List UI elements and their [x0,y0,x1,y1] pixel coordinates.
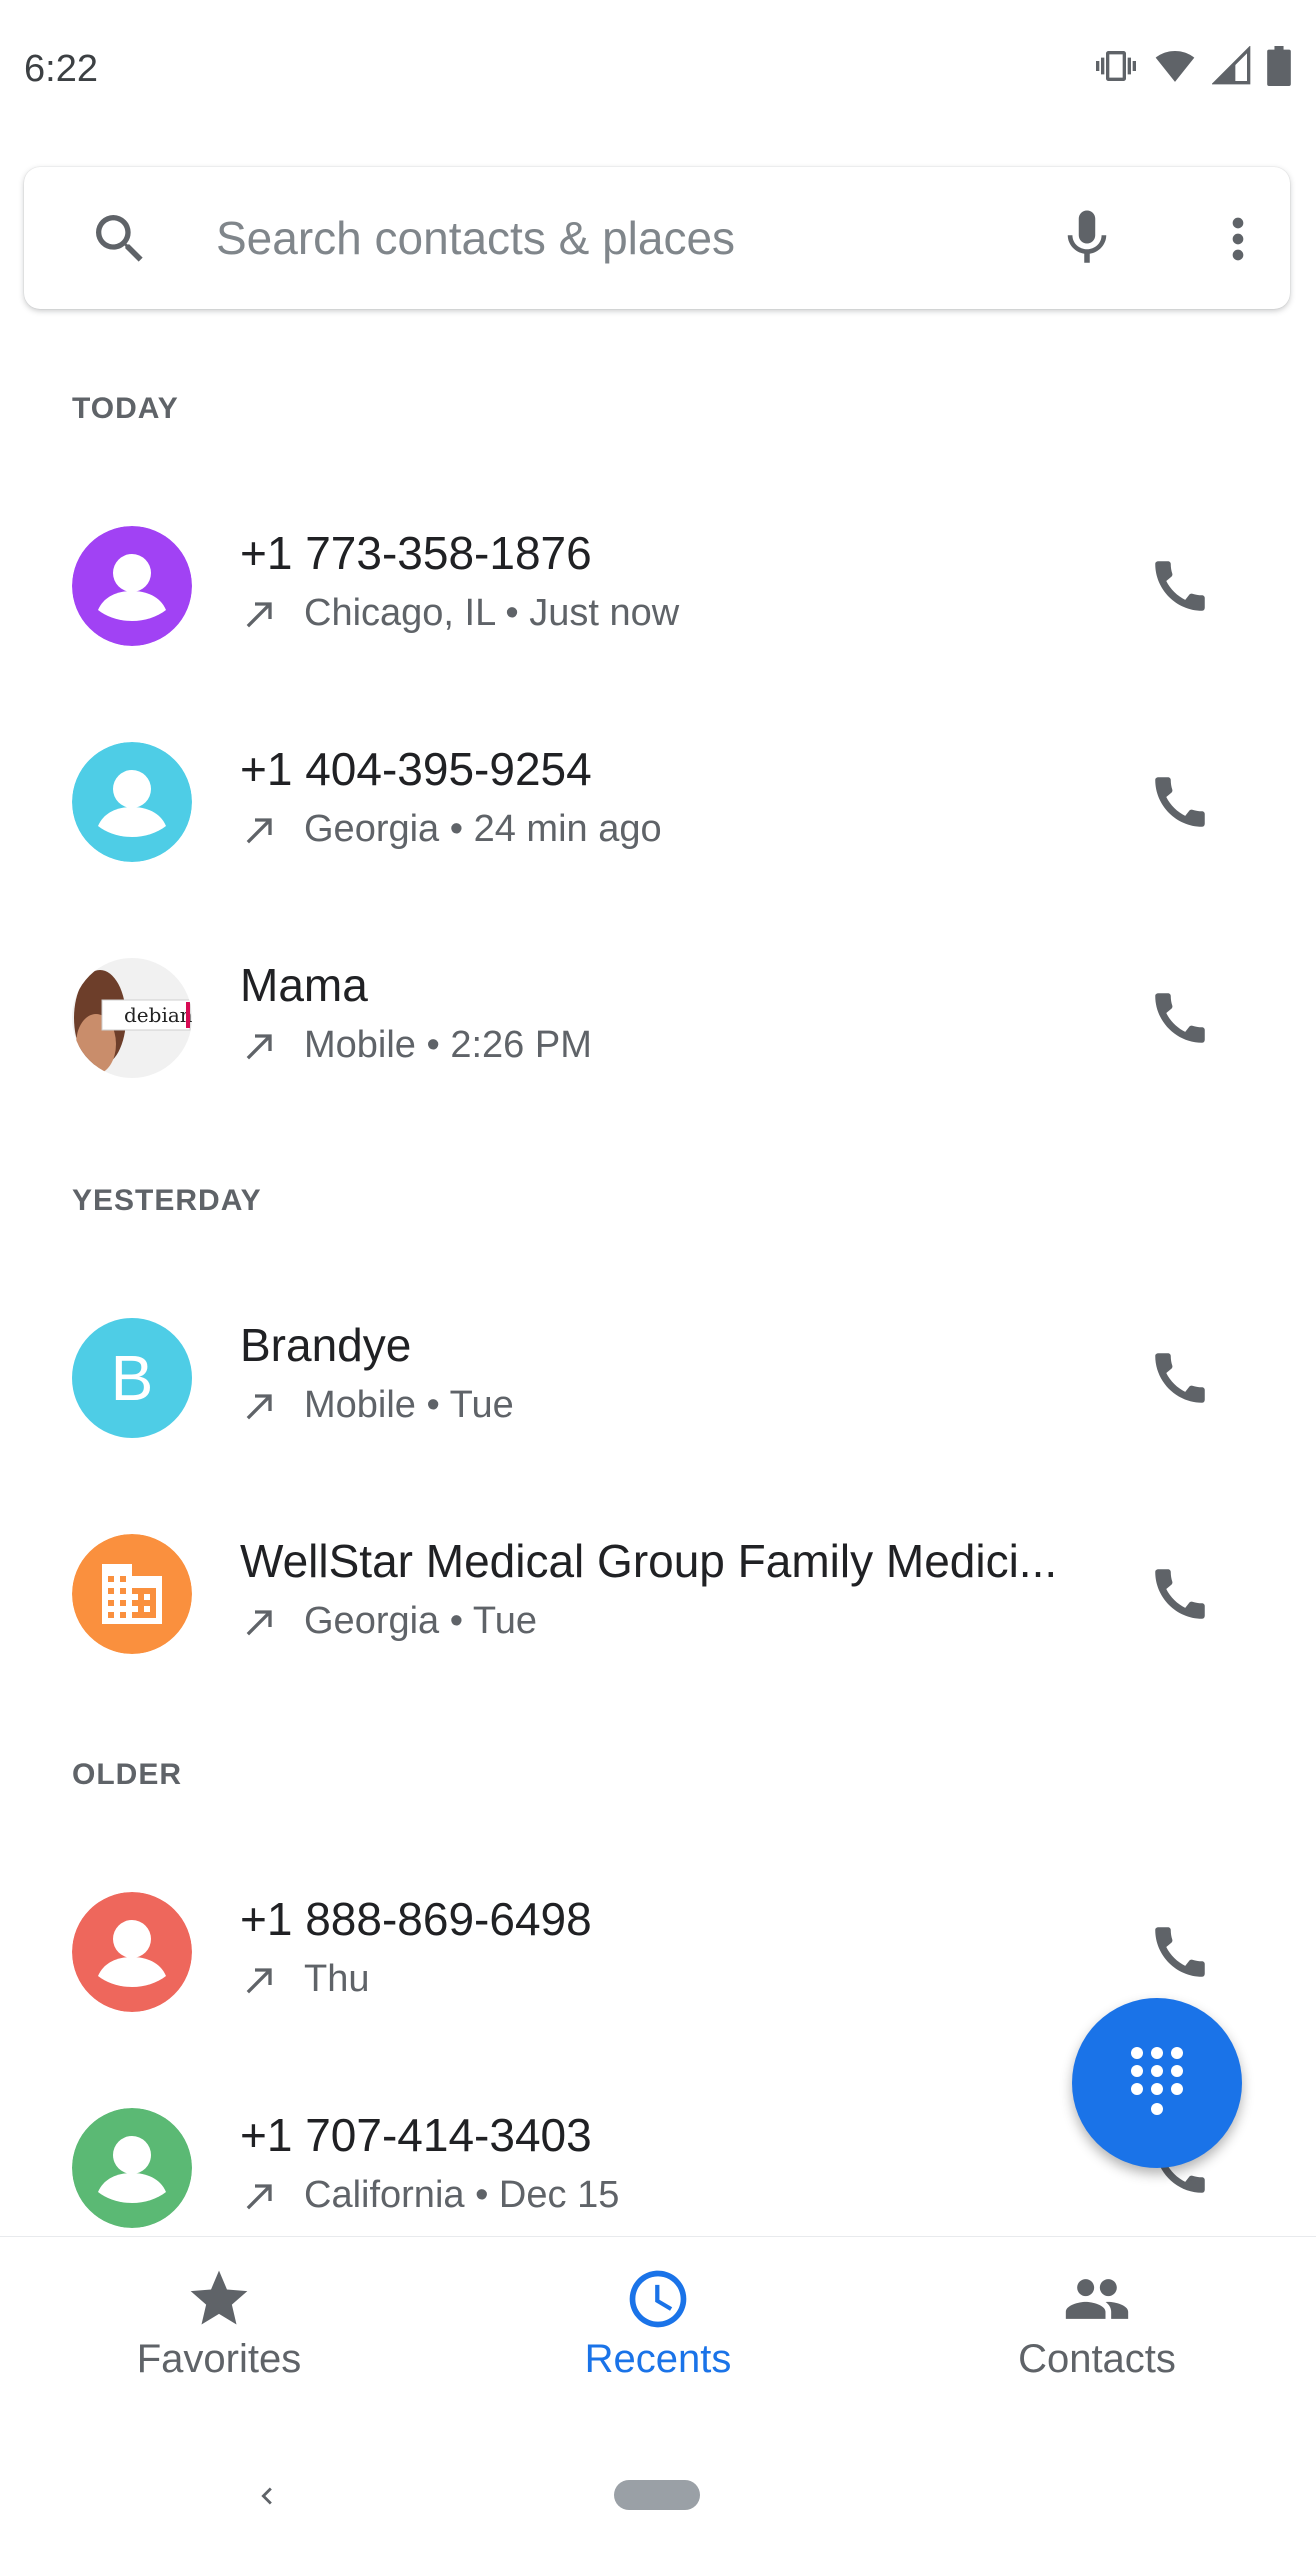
call-row[interactable]: +1 404-395-9254 Georgia • 24 min ago [0,702,1316,902]
people-icon [1065,2279,1129,2319]
outgoing-call-icon [246,2183,272,2209]
clock-icon [629,2270,687,2328]
tab-recents-label: Recents [584,2337,732,2381]
tab-favorites-label: Favorites [136,2337,302,2381]
star-icon [190,2270,248,2325]
avatar-business[interactable] [72,1534,192,1654]
avatar[interactable]: B [72,1318,192,1438]
wifi-icon [1155,51,1195,82]
avatar-photo[interactable]: debian [72,958,192,1078]
tab-favorites[interactable]: Favorites [0,2237,438,2437]
call-detail-text: Mobile • Tue [304,1384,514,1426]
avatar[interactable] [72,742,192,862]
section-header-yesterday: YESTERDAY [72,1184,262,1217]
search-bar[interactable]: Search contacts & places [24,167,1290,309]
call-detail: Mobile • 2:26 PM [240,1024,592,1067]
search-icon[interactable] [88,207,152,271]
call-detail: Georgia • 24 min ago [240,808,662,851]
home-pill[interactable] [614,2480,700,2510]
call-detail-text: California • Dec 15 [304,2174,620,2216]
avatar-photo-text: debian [124,1003,192,1027]
phone-icon [1155,1353,1205,1403]
call-button[interactable] [1140,1554,1220,1634]
battery-icon [1267,46,1291,86]
call-detail: California • Dec 15 [240,2174,619,2217]
call-button[interactable] [1140,1912,1220,1992]
tab-contacts[interactable]: Contacts [878,2237,1316,2437]
call-detail-text: Thu [304,1958,370,2000]
dialpad-button[interactable] [1072,1998,1242,2168]
outgoing-call-icon [246,817,272,843]
more-vert-icon[interactable] [1206,207,1270,271]
contact-name: Brandye [240,1319,412,1371]
status-icons [1094,46,1292,86]
call-detail: Mobile • Tue [240,1384,514,1427]
outgoing-call-icon [246,1393,272,1419]
call-row[interactable]: debian Mama Mobile • 2:26 PM [0,918,1316,1118]
call-row[interactable]: WellStar Medical Group Family Medici... … [0,1494,1316,1694]
call-detail: Thu [240,1958,369,2001]
contact-name: WellStar Medical Group Family Medici... [240,1535,1058,1587]
phone-icon [1155,777,1205,827]
contact-name: Mama [240,959,368,1011]
dialpad-icon [1131,2047,1183,2115]
call-button[interactable] [1140,1338,1220,1418]
avatar-letter: B [110,1342,154,1414]
phone-icon [1155,993,1205,1043]
call-detail: Georgia • Tue [240,1600,537,1643]
status-time: 6:22 [24,48,98,90]
vibrate-icon [1096,51,1136,81]
call-detail-text: Chicago, IL • Just now [304,592,680,634]
phone-icon [1155,1569,1205,1619]
outgoing-call-icon [246,1967,272,1993]
call-number: +1 888-869-6498 [240,1893,592,1945]
call-row[interactable]: B Brandye Mobile • Tue [0,1278,1316,1478]
section-header-today: TODAY [72,392,179,425]
call-detail: Chicago, IL • Just now [240,592,679,635]
section-header-older: OLDER [72,1758,182,1791]
call-detail-text: Georgia • 24 min ago [304,808,662,850]
call-detail-text: Mobile • 2:26 PM [304,1024,592,1066]
call-number: +1 404-395-9254 [240,743,592,795]
call-button[interactable] [1140,546,1220,626]
bottom-nav: Favorites Recents Contacts [0,2236,1316,2437]
phone-icon [1155,561,1205,611]
status-bar: 6:22 [0,0,1316,150]
outgoing-call-icon [246,1033,272,1059]
tab-contacts-label: Contacts [1018,2337,1176,2381]
search-input[interactable]: Search contacts & places [216,211,735,265]
call-button[interactable] [1140,978,1220,1058]
phone-icon [1155,1927,1205,1977]
avatar[interactable] [72,2108,192,2228]
avatar[interactable] [72,1892,192,2012]
call-row[interactable]: +1 773-358-1876 Chicago, IL • Just now [0,486,1316,686]
back-icon[interactable] [250,2476,284,2516]
mic-icon[interactable] [1054,205,1120,271]
call-number: +1 707-414-3403 [240,2109,592,2161]
tab-recents[interactable]: Recents [439,2237,877,2437]
outgoing-call-icon [246,601,272,627]
call-number: +1 773-358-1876 [240,527,592,579]
outgoing-call-icon [246,1609,272,1635]
call-button[interactable] [1140,762,1220,842]
system-nav-bar [0,2436,1316,2560]
signal-icon [1212,46,1251,85]
call-detail-text: Georgia • Tue [304,1600,537,1642]
avatar[interactable] [72,526,192,646]
